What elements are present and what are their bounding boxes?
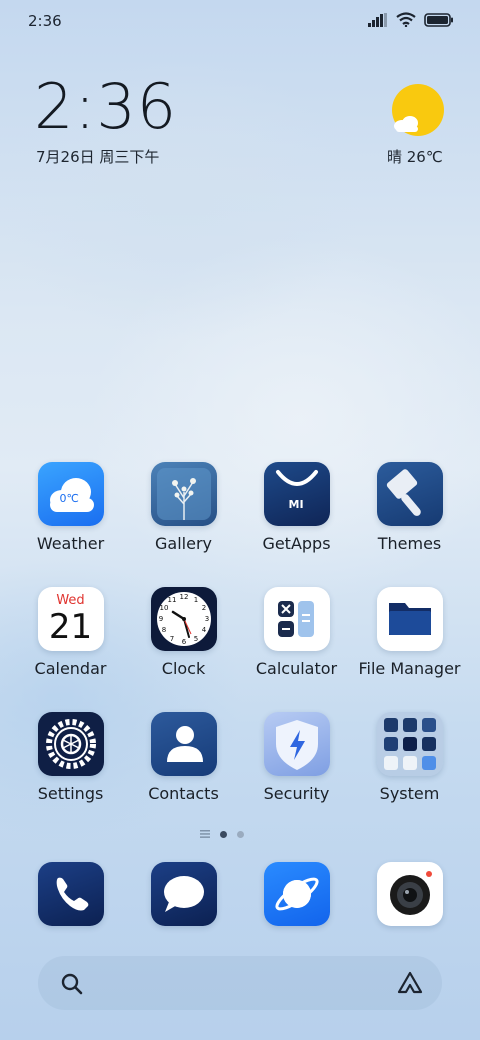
svg-text:2: 2 [201, 604, 205, 612]
shield-icon [263, 712, 330, 776]
camera-icon [376, 862, 443, 926]
app-label: Settings [37, 784, 104, 803]
calculator-icon [263, 587, 330, 651]
themes-icon [376, 462, 443, 526]
dock-browser[interactable] [240, 862, 353, 926]
page-dot [237, 830, 244, 838]
gallery-icon [150, 462, 217, 526]
svg-text:12: 12 [179, 593, 188, 601]
getapps-icon: MI [263, 462, 330, 526]
status-icons [368, 12, 454, 27]
wifi-icon [396, 12, 416, 27]
app-getapps[interactable]: MI GetApps [240, 462, 353, 553]
app-label: Themes [377, 534, 442, 553]
svg-text:6: 6 [181, 638, 186, 646]
svg-text:7: 7 [169, 635, 173, 643]
app-clock[interactable]: 12 1 2 345 678 9 10 11 Clock [127, 587, 240, 678]
app-label: System [379, 784, 440, 803]
battery-icon [424, 12, 453, 27]
calendar-icon: Wed 21 [37, 587, 104, 651]
dock-phone[interactable] [14, 862, 127, 926]
weather-icon-temp: 0℃ [59, 492, 79, 505]
app-security[interactable]: Security [240, 712, 353, 803]
getapps-icon-text: MI [288, 498, 304, 511]
clock-widget-date: 7月26日 周三下午 [36, 148, 160, 166]
cloud-icon [394, 116, 418, 132]
app-label: Calculator [255, 659, 338, 678]
app-calculator[interactable]: Calculator [240, 587, 353, 678]
app-label: File Manager [358, 659, 461, 678]
messages-icon [150, 862, 217, 926]
page-indicator[interactable] [200, 830, 244, 838]
svg-text:1: 1 [193, 596, 197, 604]
browser-icon [263, 862, 330, 926]
app-file-manager[interactable]: File Manager [353, 587, 466, 678]
list-icon [200, 830, 210, 838]
weather-icon: 0℃ [37, 462, 104, 526]
app-label: Calendar [34, 659, 107, 678]
app-label: Gallery [155, 534, 212, 553]
assistant-icon[interactable] [396, 970, 424, 996]
status-bar: 2:36 [0, 0, 480, 42]
app-settings[interactable]: Settings [14, 712, 127, 803]
dock-messages[interactable] [127, 862, 240, 926]
gear-icon [37, 712, 104, 776]
search-icon [61, 973, 83, 995]
page-dot-active [220, 830, 227, 838]
signal-icon [368, 12, 387, 27]
weather-summary: 晴 26℃ [387, 148, 443, 166]
app-themes[interactable]: Themes [353, 462, 466, 553]
app-weather[interactable]: 0℃ Weather [14, 462, 127, 553]
clock-icon: 12 1 2 345 678 9 10 11 [150, 587, 217, 651]
app-label: Clock [161, 659, 206, 678]
app-label: Weather [36, 534, 105, 553]
status-time: 2:36 [28, 12, 62, 30]
svg-text:9: 9 [158, 615, 162, 623]
app-label: GetApps [262, 534, 331, 553]
phone-icon [37, 862, 104, 926]
app-system-folder[interactable]: System [353, 712, 466, 803]
app-label: Security [263, 784, 330, 803]
svg-text:8: 8 [161, 626, 165, 634]
app-label: Contacts [148, 784, 219, 803]
svg-text:3: 3 [204, 615, 208, 623]
calendar-day-name: Wed [56, 593, 85, 608]
svg-text:5: 5 [193, 635, 197, 643]
folder-grid-icon [376, 712, 443, 776]
calendar-day-number: 21 [48, 607, 93, 647]
app-calendar[interactable]: Wed 21 Calendar [14, 587, 127, 678]
app-gallery[interactable]: Gallery [127, 462, 240, 553]
clock-widget-time[interactable]: 2:36 [34, 76, 177, 138]
contacts-icon [150, 712, 217, 776]
folder-icon [376, 587, 443, 651]
svg-text:10: 10 [159, 604, 168, 612]
svg-text:4: 4 [201, 626, 206, 634]
svg-text:11: 11 [167, 596, 176, 604]
app-contacts[interactable]: Contacts [127, 712, 240, 803]
search-bar[interactable] [38, 956, 442, 1010]
dock-camera[interactable] [353, 862, 466, 926]
